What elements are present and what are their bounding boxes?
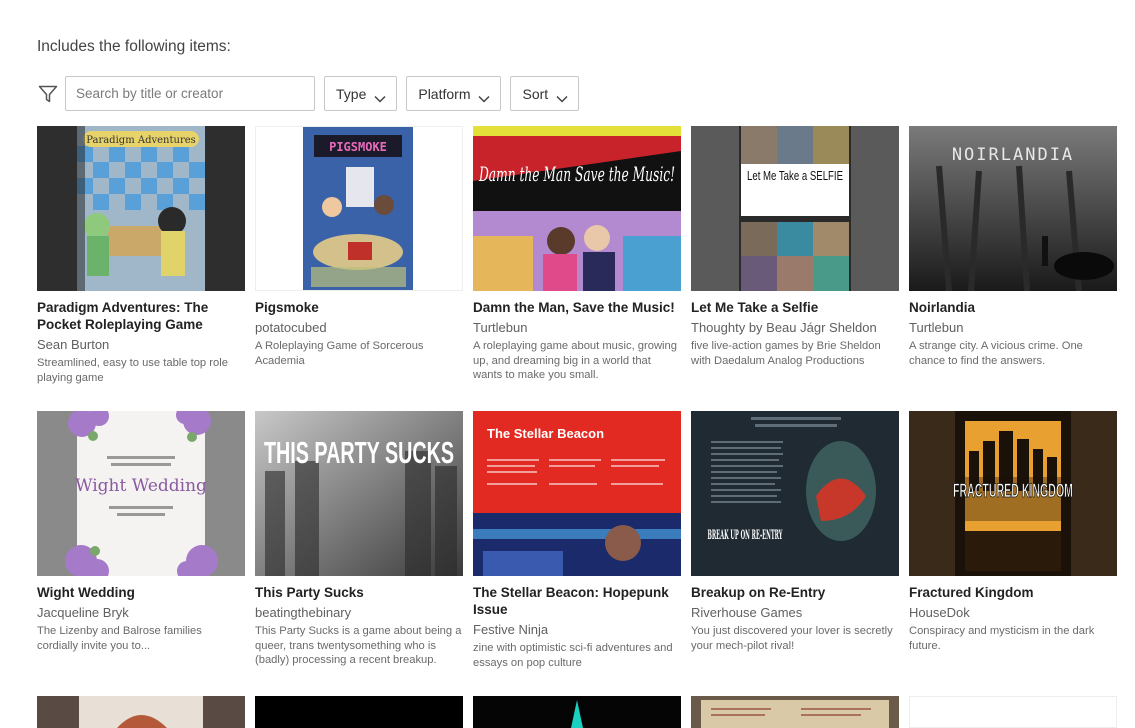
cover-image[interactable] bbox=[473, 696, 681, 728]
item-title[interactable]: Let Me Take a Selfie bbox=[691, 299, 899, 316]
type-dropdown-label: Type bbox=[336, 85, 367, 102]
cover-title-text: Damn the Man Save the Music! bbox=[478, 162, 675, 186]
item-author[interactable]: beatingthebinary bbox=[255, 605, 463, 620]
search-input[interactable] bbox=[65, 76, 315, 111]
item-title[interactable]: Breakup on Re-Entry bbox=[691, 584, 899, 601]
item-author[interactable]: HouseDok bbox=[909, 605, 1117, 620]
cover-image[interactable] bbox=[37, 696, 245, 728]
item-title[interactable]: Paradigm Adventures: The Pocket Roleplay… bbox=[37, 299, 245, 333]
item-description: zine with optimistic sci-fi adventures a… bbox=[473, 642, 673, 669]
cover-image[interactable]: Paradigm Adventures bbox=[37, 126, 245, 291]
game-card[interactable] bbox=[909, 696, 1117, 728]
game-card[interactable]: Let Me Take a SELFIE Let Me Take a Selfi… bbox=[691, 126, 899, 368]
cover-title-text: FRACTURED KINGDOM bbox=[953, 481, 1073, 502]
chevron-down-icon bbox=[374, 90, 386, 103]
section-heading: Includes the following items: bbox=[37, 38, 231, 55]
cover-image[interactable]: PIGSMOKE bbox=[255, 126, 463, 291]
item-title[interactable]: Noirlandia bbox=[909, 299, 1117, 316]
game-card[interactable]: Paradigm Adventures Paradigm Adventures:… bbox=[37, 126, 245, 385]
platform-dropdown[interactable]: Platform bbox=[406, 76, 502, 111]
game-card[interactable]: Damn the Man Save the Music! Damn the Ma… bbox=[473, 126, 681, 383]
chevron-down-icon bbox=[478, 90, 491, 103]
cover-title-text: THIS PARTY SUCKS bbox=[264, 435, 454, 470]
item-author[interactable]: Riverhouse Games bbox=[691, 605, 899, 620]
item-description: You just discovered your lover is secret… bbox=[691, 625, 893, 652]
item-description: A roleplaying game about music, growing … bbox=[473, 340, 677, 381]
game-card[interactable] bbox=[691, 696, 899, 728]
cover-image[interactable]: Wight Wedding bbox=[37, 411, 245, 576]
cover-title-text: The Stellar Beacon bbox=[487, 426, 604, 441]
game-card[interactable]: THIS PARTY SUCKS This Party Sucks beatin… bbox=[255, 411, 463, 668]
item-description: A Roleplaying Game of Sorcerous Academia bbox=[255, 340, 424, 367]
item-author[interactable]: Turtlebun bbox=[909, 320, 1117, 335]
cover-image[interactable]: Let Me Take a SELFIE bbox=[691, 126, 899, 291]
item-author[interactable]: Turtlebun bbox=[473, 320, 681, 335]
item-author[interactable]: Festive Ninja bbox=[473, 622, 681, 637]
game-card[interactable]: Wight Wedding Wight Wedding Jacqueline B… bbox=[37, 411, 245, 653]
cover-image[interactable]: THIS PARTY SUCKS bbox=[255, 411, 463, 576]
game-card[interactable]: NOIRLANDIA Noirlandia Turtlebun A strang… bbox=[909, 126, 1117, 368]
item-description: This Party Sucks is a game about being a… bbox=[255, 625, 462, 666]
cover-image[interactable]: The Stellar Beacon bbox=[473, 411, 681, 576]
item-description: five live-action games by Brie Sheldon w… bbox=[691, 340, 881, 367]
cover-image[interactable]: Damn the Man Save the Music! bbox=[473, 126, 681, 291]
chevron-down-icon bbox=[556, 90, 568, 103]
filter-icon[interactable] bbox=[37, 83, 59, 105]
cover-title-text: Paradigm Adventures bbox=[86, 135, 196, 146]
item-title[interactable]: Damn the Man, Save the Music! bbox=[473, 299, 681, 316]
cover-image[interactable]: NOIRLANDIA bbox=[909, 126, 1117, 291]
game-card[interactable]: FRACTURED KINGDOM Fractured Kingdom Hous… bbox=[909, 411, 1117, 653]
filter-bar: Type Platform Sort bbox=[37, 76, 580, 111]
item-title[interactable]: Wight Wedding bbox=[37, 584, 245, 601]
item-description: The Lizenby and Balrose families cordial… bbox=[37, 625, 202, 652]
cover-image[interactable] bbox=[691, 696, 899, 728]
item-description: Streamlined, easy to use table top role … bbox=[37, 357, 228, 384]
cover-image[interactable]: FRACTURED KINGDOM bbox=[909, 411, 1117, 576]
game-card[interactable]: The Stellar Beacon The Stellar Beacon: H… bbox=[473, 411, 681, 670]
cover-title-text: BREAK UP ON RE-ENTRY bbox=[708, 528, 783, 543]
cover-title-text: PIGSMOKE bbox=[329, 140, 387, 154]
item-author[interactable]: Sean Burton bbox=[37, 337, 245, 352]
game-card[interactable] bbox=[255, 696, 463, 728]
game-card[interactable] bbox=[37, 696, 245, 728]
item-author[interactable]: potatocubed bbox=[255, 320, 463, 335]
cover-title-text: NOIRLANDIA bbox=[952, 145, 1074, 165]
type-dropdown[interactable]: Type bbox=[324, 76, 398, 111]
item-title[interactable]: The Stellar Beacon: Hopepunk Issue bbox=[473, 584, 681, 618]
game-card[interactable] bbox=[473, 696, 681, 728]
item-description: A strange city. A vicious crime. One cha… bbox=[909, 340, 1083, 367]
item-description: Conspiracy and mysticism in the dark fut… bbox=[909, 625, 1095, 652]
item-title[interactable]: Fractured Kingdom bbox=[909, 584, 1117, 601]
item-author[interactable]: Jacqueline Bryk bbox=[37, 605, 245, 620]
game-card[interactable]: BREAK UP ON RE-ENTRY Breakup on Re-Entry… bbox=[691, 411, 899, 653]
cover-title-text: Let Me Take a SELFIE bbox=[747, 168, 843, 183]
item-title[interactable]: This Party Sucks bbox=[255, 584, 463, 601]
cover-title-text: Wight Wedding bbox=[75, 476, 207, 496]
platform-dropdown-label: Platform bbox=[418, 85, 471, 102]
sort-dropdown-label: Sort bbox=[522, 85, 549, 102]
cover-image[interactable] bbox=[909, 696, 1117, 728]
game-card[interactable]: PIGSMOKE Pigsmoke potatocubed A Roleplay… bbox=[255, 126, 463, 368]
item-author[interactable]: Thoughty by Beau Jágr Sheldon bbox=[691, 320, 899, 335]
cover-image[interactable] bbox=[255, 696, 463, 728]
cover-image[interactable]: BREAK UP ON RE-ENTRY bbox=[691, 411, 899, 576]
sort-dropdown[interactable]: Sort bbox=[510, 76, 580, 111]
item-title[interactable]: Pigsmoke bbox=[255, 299, 463, 316]
